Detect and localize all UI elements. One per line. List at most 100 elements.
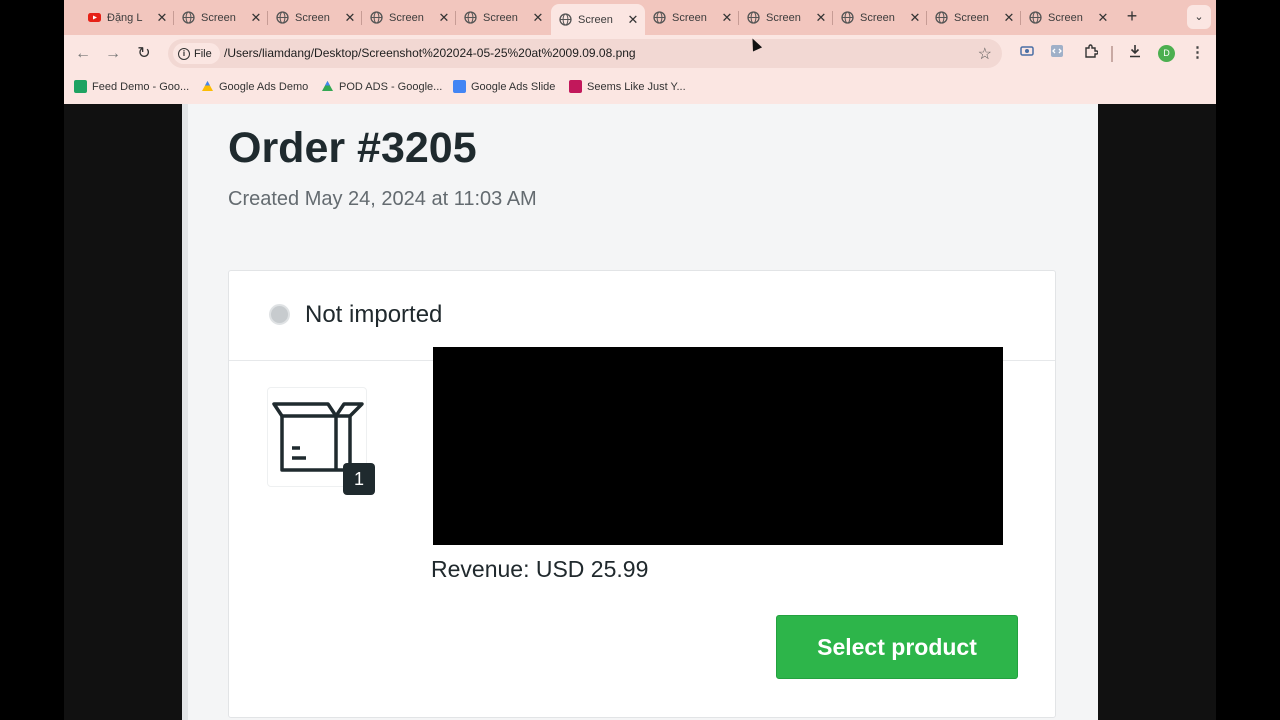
tab-title: Screen	[295, 11, 330, 24]
tab-separator	[926, 11, 927, 25]
quantity-badge: 1	[343, 463, 375, 495]
globe-icon	[370, 11, 383, 24]
bookmark-label: Seems Like Just Y...	[587, 80, 686, 93]
download-icon[interactable]	[1126, 44, 1144, 62]
bookmark-item[interactable]: Google Ads Demo	[201, 80, 308, 93]
tab-separator	[1020, 11, 1021, 25]
profile-avatar[interactable]: D	[1158, 45, 1175, 62]
forward-icon[interactable]: →	[102, 43, 124, 65]
order-page: Order #3205 Created May 24, 2024 at 11:0…	[182, 104, 1098, 720]
tab-title: Screen	[389, 11, 424, 24]
page-viewport: Order #3205 Created May 24, 2024 at 11:0…	[64, 104, 1216, 720]
tab-separator	[738, 11, 739, 25]
page-title: Order #3205	[228, 124, 477, 172]
status-dot-icon	[269, 304, 290, 325]
screen-capture-icon[interactable]	[1019, 44, 1035, 62]
tab-title: Screen	[672, 11, 707, 24]
drive-icon	[321, 80, 334, 93]
tab-separator	[832, 11, 833, 25]
new-tab-icon[interactable]: +	[1120, 5, 1144, 29]
bookmark-star-icon[interactable]: ☆	[978, 44, 992, 64]
close-tab-icon[interactable]: ✕	[907, 10, 923, 26]
bookmark-item[interactable]: Feed Demo - Goo...	[74, 80, 189, 93]
bookmarks-bar: Feed Demo - Goo... Google Ads Demo POD ADS…	[64, 72, 1216, 104]
globe-icon	[1029, 11, 1042, 24]
tab-title: Screen	[766, 11, 801, 24]
toolbar-divider	[1111, 46, 1113, 62]
order-created-date: Created May 24, 2024 at 11:03 AM	[228, 188, 537, 210]
extensions-icon[interactable]	[1081, 44, 1099, 62]
browser-tab[interactable]: Screen ✕	[1021, 5, 1115, 30]
browser-tab[interactable]: Screen ✕	[739, 5, 833, 30]
tab-title: Screen	[483, 11, 518, 24]
globe-icon	[276, 11, 289, 24]
browser-tab[interactable]: Screen ✕	[833, 5, 927, 30]
close-tab-icon[interactable]: ✕	[625, 12, 641, 28]
bookmark-item[interactable]: Google Ads Slide	[453, 80, 555, 93]
sheets-icon	[74, 80, 87, 93]
bookmark-label: Google Ads Slide	[471, 80, 556, 93]
bookmark-site-icon	[569, 80, 582, 93]
globe-icon	[182, 11, 195, 24]
address-bar[interactable]: i File /Users/liamdang/Desktop/Screensho…	[168, 39, 1002, 68]
tab-title: Đặng L	[107, 11, 143, 24]
browser-toolbar: ← → ↻ i File /Users/liamdang/Desktop/Scr…	[64, 35, 1216, 72]
globe-icon	[935, 11, 948, 24]
close-tab-icon[interactable]: ✕	[530, 10, 546, 26]
tab-title: Screen	[578, 13, 613, 26]
redacted-product-details	[433, 347, 1003, 545]
revenue-text: Revenue: USD 25.99	[431, 556, 649, 582]
back-icon[interactable]: ←	[72, 43, 94, 65]
globe-icon	[747, 11, 760, 24]
google-ads-icon	[201, 80, 214, 93]
tab-title: Screen	[1048, 11, 1083, 24]
tab-search-chevron-icon[interactable]: ⌄	[1187, 5, 1211, 29]
tab-strip: Đặng L ✕ Screen ✕ Screen ✕ Screen ✕ Screen ✕ Scree…	[64, 0, 1216, 35]
close-tab-icon[interactable]: ✕	[248, 10, 264, 26]
kebab-menu-icon[interactable]: ⋮	[1190, 44, 1205, 62]
tab-title: Screen	[860, 11, 895, 24]
globe-icon	[464, 11, 477, 24]
tab-separator	[361, 11, 362, 25]
site-info-chip[interactable]: i File	[173, 43, 220, 64]
url-text[interactable]: /Users/liamdang/Desktop/Screenshot%20202…	[224, 46, 636, 60]
close-tab-icon[interactable]: ✕	[154, 10, 170, 26]
order-line-card: Not imported 1 Revenue: USD 25.99 Select…	[228, 270, 1056, 718]
select-product-button[interactable]: Select product	[776, 615, 1018, 679]
browser-tab[interactable]: Đặng L ✕	[80, 5, 174, 30]
close-tab-icon[interactable]: ✕	[342, 10, 358, 26]
browser-tab[interactable]: Screen ✕	[927, 5, 1021, 30]
bookmark-label: Feed Demo - Goo...	[92, 80, 190, 93]
browser-tab[interactable]: Screen ✕	[551, 4, 645, 35]
browser-tab[interactable]: Screen ✕	[645, 5, 739, 30]
tab-separator	[455, 11, 456, 25]
bookmark-label: POD ADS - Google...	[339, 80, 443, 93]
bookmark-label: Google Ads Demo	[219, 80, 309, 93]
import-status-label: Not imported	[305, 301, 443, 328]
tab-separator	[267, 11, 268, 25]
youtube-icon	[88, 11, 101, 24]
close-tab-icon[interactable]: ✕	[1001, 10, 1017, 26]
site-info-label: File	[194, 47, 212, 60]
reload-icon[interactable]: ↻	[133, 43, 155, 65]
bookmark-item[interactable]: POD ADS - Google...	[321, 80, 442, 93]
tab-separator	[173, 11, 174, 25]
info-icon: i	[178, 47, 190, 60]
close-tab-icon[interactable]: ✕	[719, 10, 735, 26]
tab-title: Screen	[201, 11, 236, 24]
close-tab-icon[interactable]: ✕	[436, 10, 452, 26]
bookmark-item[interactable]: Seems Like Just Y...	[569, 80, 686, 93]
browser-window: Đặng L ✕ Screen ✕ Screen ✕ Screen ✕ Screen ✕ Scree…	[64, 0, 1216, 720]
forms-icon	[453, 80, 466, 93]
browser-tab[interactable]: Screen ✕	[362, 5, 456, 30]
browser-tab[interactable]: Screen ✕	[268, 5, 362, 30]
globe-icon	[653, 11, 666, 24]
code-extension-icon[interactable]	[1049, 44, 1065, 62]
close-tab-icon[interactable]: ✕	[813, 10, 829, 26]
browser-tab[interactable]: Screen ✕	[174, 5, 268, 30]
tab-title: Screen	[954, 11, 989, 24]
browser-tab[interactable]: Screen ✕	[456, 5, 550, 30]
globe-icon	[841, 11, 854, 24]
close-tab-icon[interactable]: ✕	[1095, 10, 1111, 26]
globe-icon	[559, 13, 572, 26]
